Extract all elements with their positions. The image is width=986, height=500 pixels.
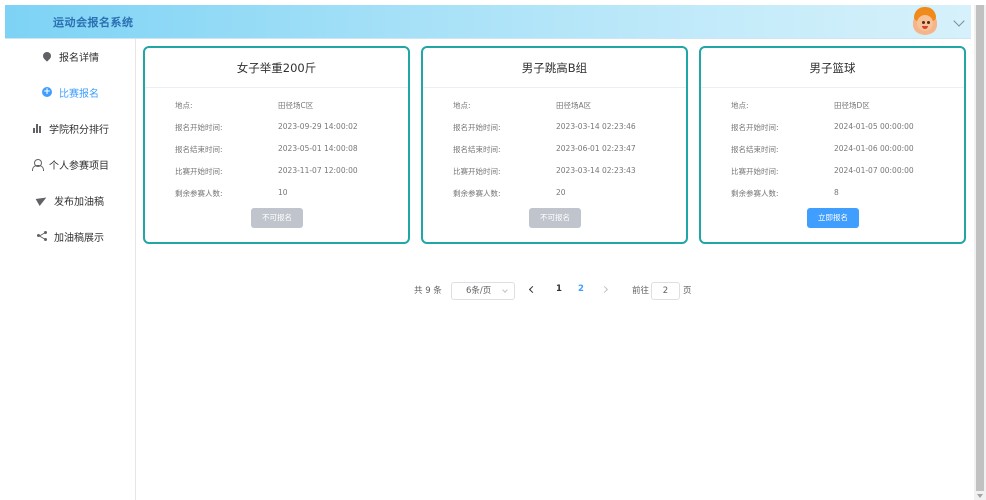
field-value: 2024-01-06 00:00:00 — [834, 144, 914, 153]
field-value: 2023-03-14 02:23:43 — [556, 166, 636, 175]
field-value: 2024-01-05 00:00:00 — [834, 122, 914, 131]
chevron-down-icon — [502, 287, 508, 293]
sidebar-item-post-cheer[interactable]: 发布加油稿 — [5, 188, 135, 212]
event-title: 男子跳高B组 — [423, 48, 686, 88]
page-size-select[interactable]: 6条/页 — [451, 282, 515, 300]
field-value: 田径场D区 — [834, 101, 870, 110]
field-label: 地点: — [453, 101, 471, 110]
sidebar-item-signup-details[interactable]: 报名详情 — [5, 44, 135, 68]
event-card: 男子篮球 地点: 田径场D区 报名开始时间: 2024-01-05 00:00:… — [699, 46, 966, 244]
plus-circle-icon: + — [42, 87, 52, 97]
sidebar-item-personal-events[interactable]: 个人参赛项目 — [5, 152, 135, 176]
vertical-scrollbar[interactable] — [974, 5, 986, 500]
chevron-down-icon[interactable] — [953, 15, 965, 27]
field-label: 报名开始时间: — [175, 123, 223, 132]
field-value: 20 — [556, 188, 566, 197]
field-value: 2024-01-07 00:00:00 — [834, 166, 914, 175]
signup-button-disabled[interactable]: 不可报名 — [529, 208, 581, 228]
field-label: 剩余参赛人数: — [453, 189, 501, 198]
sidebar-item-label: 个人参赛项目 — [49, 160, 109, 172]
field-label: 报名结束时间: — [453, 145, 501, 154]
field-label: 地点: — [175, 101, 193, 110]
sidebar-item-match-signup[interactable]: + 比赛报名 — [5, 80, 135, 104]
field-value: 8 — [834, 188, 839, 197]
field-label: 报名结束时间: — [175, 145, 223, 154]
event-card: 女子举重200斤 地点: 田径场C区 报名开始时间: 2023-09-29 14… — [143, 46, 410, 244]
field-label: 比赛开始时间: — [453, 167, 501, 176]
sidebar-item-cheer-display[interactable]: 加油稿展示 — [5, 224, 135, 248]
field-label: 比赛开始时间: — [175, 167, 223, 176]
share-icon — [36, 230, 48, 242]
field-label: 报名结束时间: — [731, 145, 779, 154]
goto-page-input[interactable] — [651, 282, 680, 300]
field-value: 田径场A区 — [556, 101, 592, 110]
field-value: 10 — [278, 188, 288, 197]
field-value: 2023-03-14 02:23:46 — [556, 122, 636, 131]
signup-button-disabled[interactable]: 不可报名 — [251, 208, 303, 228]
user-icon — [31, 158, 44, 171]
field-label: 报名开始时间: — [731, 123, 779, 132]
field-value: 2023-06-01 02:23:47 — [556, 144, 636, 153]
field-label: 剩余参赛人数: — [731, 189, 779, 198]
location-pin-icon — [41, 50, 53, 62]
sidebar-item-label: 加油稿展示 — [54, 232, 104, 244]
sidebar-item-college-ranking[interactable]: 学院积分排行 — [5, 116, 135, 140]
send-icon — [35, 194, 49, 206]
sidebar-item-label: 报名详情 — [59, 52, 99, 64]
page-number[interactable]: 1 — [556, 284, 562, 294]
field-label: 报名开始时间: — [453, 123, 501, 132]
app-title: 运动会报名系统 — [53, 16, 134, 29]
field-label: 剩余参赛人数: — [175, 189, 223, 198]
page-size-value: 6条/页 — [466, 286, 492, 296]
avatar-eye — [922, 21, 925, 24]
signup-now-button[interactable]: 立即报名 — [807, 208, 859, 228]
field-value: 田径场C区 — [278, 101, 314, 110]
user-avatar[interactable] — [911, 7, 939, 35]
event-card: 男子跳高B组 地点: 田径场A区 报名开始时间: 2023-03-14 02:2… — [421, 46, 688, 244]
bar-chart-icon — [31, 122, 43, 134]
avatar-eye — [927, 21, 930, 24]
field-label: 比赛开始时间: — [731, 167, 779, 176]
sidebar-item-label: 学院积分排行 — [49, 124, 109, 136]
pagination-total: 共 9 条 — [414, 286, 442, 296]
field-value: 2023-09-29 14:00:02 — [278, 122, 358, 131]
field-label: 地点: — [731, 101, 749, 110]
page-number-current[interactable]: 2 — [578, 284, 584, 294]
app-page: 运动会报名系统 报名详情 + 比赛报名 学院积分排行 个人参赛项目 发布加油稿 … — [0, 0, 986, 500]
sidebar-item-label: 发布加油稿 — [54, 196, 104, 208]
next-page-icon[interactable] — [600, 285, 609, 294]
field-value: 2023-05-01 14:00:08 — [278, 144, 358, 153]
scroll-down-arrow-icon[interactable] — [977, 494, 983, 498]
page-suffix: 页 — [683, 286, 692, 296]
sidebar: 报名详情 + 比赛报名 学院积分排行 个人参赛项目 发布加油稿 加油稿展示 — [5, 39, 136, 500]
sidebar-item-label: 比赛报名 — [59, 88, 99, 100]
top-header: 运动会报名系统 — [5, 5, 971, 39]
event-title: 女子举重200斤 — [145, 48, 408, 88]
event-title: 男子篮球 — [701, 48, 964, 88]
scrollbar-thumb[interactable] — [976, 5, 984, 491]
prev-page-icon[interactable] — [528, 285, 537, 294]
goto-label: 前往 — [632, 286, 650, 296]
field-value: 2023-11-07 12:00:00 — [278, 166, 358, 175]
